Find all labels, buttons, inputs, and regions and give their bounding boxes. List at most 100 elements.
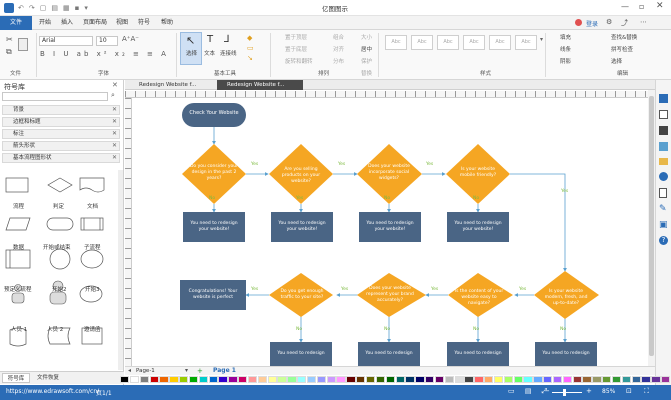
shape-label-start3[interactable]: 开始3: [85, 285, 100, 293]
vertical-scrollbar[interactable]: [648, 90, 655, 368]
color-swatch[interactable]: [198, 376, 209, 383]
color-swatch[interactable]: [238, 376, 248, 383]
library-category-background[interactable]: 背景 ✕: [2, 105, 120, 115]
color-swatch[interactable]: [602, 376, 612, 383]
color-swatch[interactable]: [503, 376, 514, 383]
page-icon[interactable]: [659, 188, 667, 198]
color-swatch[interactable]: [592, 376, 602, 383]
rotate-flip-button[interactable]: 旋转和翻转: [285, 57, 313, 65]
tab-symbol-library[interactable]: 符号库: [2, 373, 30, 383]
document-tab-active[interactable]: Redesign Website f...: [217, 80, 303, 90]
send-to-back-button[interactable]: 置于底层: [285, 45, 307, 53]
replace-button[interactable]: 替换: [361, 69, 372, 77]
color-swatch[interactable]: [179, 376, 189, 383]
color-swatch[interactable]: [306, 376, 317, 383]
close-icon[interactable]: ✕: [112, 130, 117, 138]
options-icon[interactable]: ⋯: [640, 18, 647, 26]
shadow-button[interactable]: 阴影: [560, 57, 571, 65]
select-button[interactable]: 选择: [611, 57, 622, 65]
color-swatch[interactable]: [415, 376, 425, 383]
shape-label-process[interactable]: 流程: [13, 202, 24, 210]
drawing-canvas[interactable]: Check Your Website Do you consider your …: [133, 99, 633, 366]
color-swatch[interactable]: [277, 376, 287, 383]
fit-page-icon[interactable]: ⊡: [626, 387, 632, 395]
help-icon[interactable]: ?: [659, 236, 668, 245]
protect-button[interactable]: 保护: [361, 57, 372, 65]
library-scrollbar[interactable]: [118, 170, 123, 370]
color-swatch[interactable]: [493, 376, 504, 383]
close-icon[interactable]: ✕: [112, 106, 117, 114]
style-preset[interactable]: Abc: [515, 35, 537, 50]
color-swatch[interactable]: [287, 376, 297, 383]
color-swatch[interactable]: [395, 376, 405, 383]
menu-page-layout[interactable]: 页面布局: [80, 16, 110, 30]
color-swatch[interactable]: [326, 376, 336, 383]
color-swatch[interactable]: [523, 376, 533, 383]
layers-icon[interactable]: [659, 142, 668, 151]
page-nav-icon[interactable]: ◂: [128, 367, 131, 374]
color-swatch[interactable]: [169, 376, 179, 383]
quick-access-toolbar[interactable]: ↶↷▢▤▦▪▾: [18, 4, 113, 12]
color-swatch[interactable]: [425, 376, 435, 383]
color-swatch[interactable]: [631, 376, 641, 383]
style-preset[interactable]: Abc: [463, 35, 485, 50]
color-swatch[interactable]: [356, 376, 366, 383]
style-gallery-more-icon[interactable]: ▾: [540, 36, 543, 43]
paste-icon[interactable]: [18, 38, 28, 51]
fill-button[interactable]: 填充: [560, 33, 571, 41]
login-link[interactable]: 登录: [586, 19, 598, 28]
font-name-select[interactable]: Arial: [39, 36, 93, 46]
folder-icon[interactable]: [659, 158, 668, 165]
color-swatch[interactable]: [474, 376, 484, 383]
connector-tool-label[interactable]: 连接线: [220, 49, 237, 57]
shape-label-start2[interactable]: 开始2: [52, 285, 67, 293]
zoom-slider-thumb[interactable]: [563, 389, 566, 396]
style-preset[interactable]: Abc: [437, 35, 459, 50]
color-swatch[interactable]: [484, 376, 494, 383]
tab-file-recovery[interactable]: 文件恢复: [32, 373, 64, 383]
connector-tool-icon[interactable]: ⅃: [224, 34, 230, 45]
share-icon[interactable]: ⤴: [621, 18, 628, 28]
font-size-select[interactable]: 10: [96, 36, 118, 46]
color-swatch[interactable]: [572, 376, 582, 383]
edit-icon[interactable]: ✎: [659, 204, 667, 214]
color-swatch[interactable]: [464, 376, 474, 383]
shape-tool-icons[interactable]: ◆ ▭ ↘: [247, 33, 254, 63]
color-swatch[interactable]: [621, 376, 632, 383]
menu-view[interactable]: 视图: [112, 16, 132, 30]
copy-icon[interactable]: ⧉: [6, 47, 12, 57]
shape-label-predefined[interactable]: 预定义流程: [4, 285, 32, 293]
color-swatch[interactable]: [365, 376, 376, 383]
group-button[interactable]: 组合: [333, 33, 344, 41]
color-swatch[interactable]: [562, 376, 573, 383]
color-swatch[interactable]: [218, 376, 228, 383]
size-button[interactable]: 大小: [361, 33, 372, 41]
shape-label-terminator[interactable]: 开始或结束: [43, 243, 71, 251]
color-swatch[interactable]: [159, 376, 169, 383]
color-swatch[interactable]: [513, 376, 523, 383]
color-swatch[interactable]: [120, 376, 130, 383]
bring-to-front-button[interactable]: 置于顶层: [285, 33, 307, 41]
shape-label-data[interactable]: 数据: [13, 243, 24, 251]
scrollbar-thumb[interactable]: [649, 96, 654, 356]
menu-insert[interactable]: 插入: [56, 16, 78, 30]
close-icon[interactable]: ✕: [112, 118, 117, 126]
color-swatch[interactable]: [533, 376, 543, 383]
cut-icon[interactable]: ✂: [6, 35, 13, 44]
shape-label-person1[interactable]: 人员 1: [11, 325, 27, 333]
color-swatch[interactable]: [247, 376, 258, 383]
line-style-icon[interactable]: [659, 126, 668, 135]
comment-icon[interactable]: ▣: [659, 220, 668, 230]
library-category-callouts[interactable]: 标注 ✕: [2, 129, 120, 139]
color-swatch[interactable]: [661, 376, 671, 383]
color-swatch[interactable]: [316, 376, 327, 383]
text-tool-icon[interactable]: T: [207, 34, 213, 45]
menu-file[interactable]: 文件: [0, 16, 32, 30]
style-preset[interactable]: Abc: [489, 35, 511, 50]
document-tab[interactable]: Redesign Website f...: [129, 80, 215, 90]
add-page-icon[interactable]: +: [197, 367, 203, 375]
color-swatch[interactable]: [611, 376, 622, 383]
library-search-input[interactable]: [2, 92, 108, 101]
zoom-out-icon[interactable]: −: [544, 387, 550, 395]
color-swatch[interactable]: [444, 376, 455, 383]
